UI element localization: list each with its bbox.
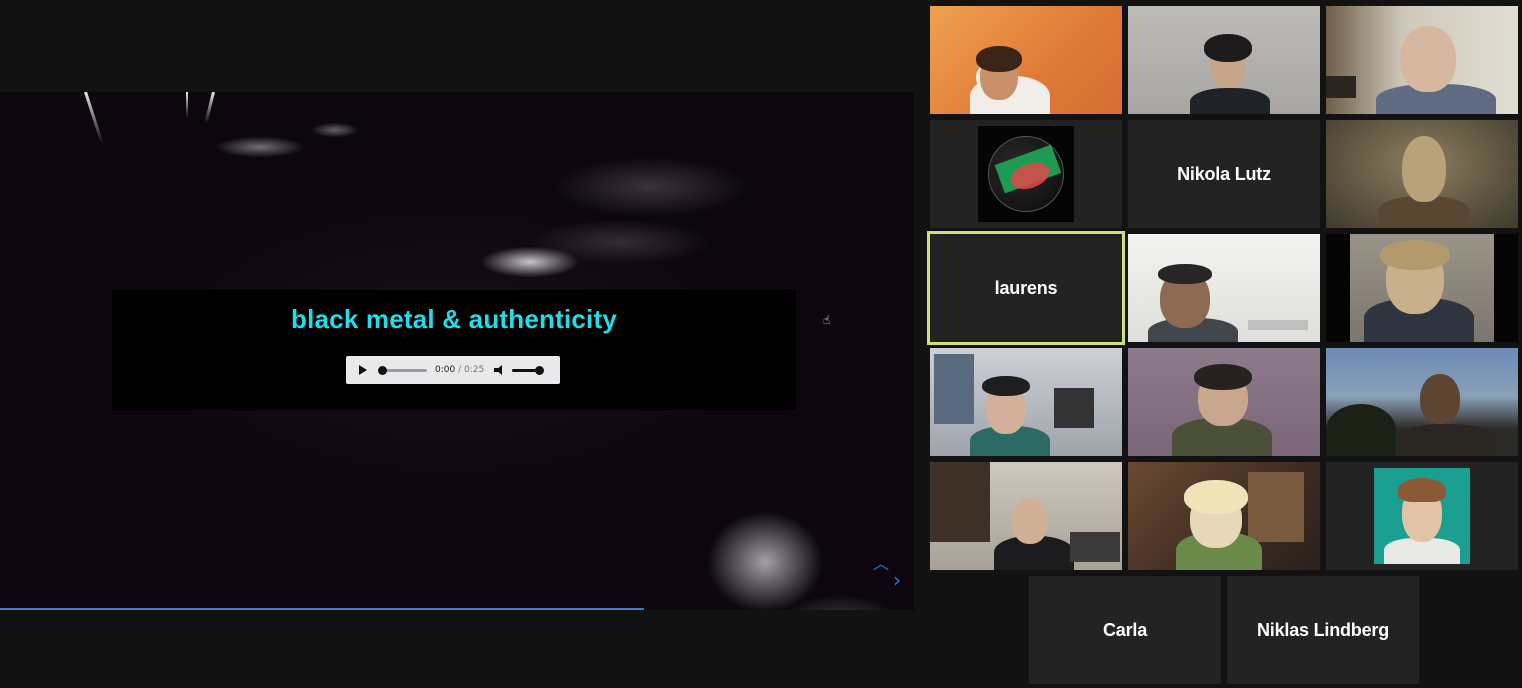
participant-name: Carla — [1102, 619, 1148, 640]
participant-tile[interactable] — [1128, 6, 1320, 114]
participant-name — [930, 348, 1122, 456]
participant-name — [1128, 6, 1320, 114]
audio-time: 0:00 / 0:25 — [435, 365, 484, 375]
hand-cursor-icon: ☝ — [823, 313, 831, 327]
participant-name — [1128, 234, 1320, 342]
seek-knob[interactable] — [378, 365, 387, 375]
title-panel: black metal & authenticity 0:00 / 0:25 — [112, 290, 796, 410]
seek-slider[interactable] — [378, 365, 427, 375]
participant-tile[interactable] — [1128, 348, 1320, 456]
participant-tile[interactable] — [1326, 348, 1518, 456]
shared-screen: black metal & authenticity 0:00 / 0:25 ︿… — [0, 0, 920, 688]
lightning-decoration — [186, 92, 188, 118]
participant-name: Niklas Lindberg — [1256, 619, 1390, 640]
presentation-slide: black metal & authenticity 0:00 / 0:25 ︿… — [0, 92, 914, 610]
chevron-right-icon[interactable]: › — [893, 570, 901, 590]
lightning-decoration — [204, 92, 215, 124]
lightning-decoration — [84, 92, 104, 145]
participant-name: Nikola Lutz — [1177, 163, 1271, 184]
participant-name — [1326, 234, 1518, 342]
participant-name — [930, 6, 1122, 114]
participant-name — [1326, 348, 1518, 456]
participant-tile[interactable] — [1128, 462, 1320, 570]
participant-name — [1326, 6, 1518, 114]
presentation-progress — [0, 608, 644, 610]
participant-name — [930, 120, 1122, 228]
participant-tile[interactable] — [930, 120, 1122, 228]
participant-tile[interactable] — [930, 348, 1122, 456]
participant-tile[interactable] — [1326, 234, 1518, 342]
chevron-up-icon[interactable]: ︿ — [873, 556, 889, 572]
duration: 0:25 — [463, 365, 485, 375]
participant-tile[interactable] — [1128, 234, 1320, 342]
participant-name — [1326, 120, 1518, 228]
participant-name — [1128, 462, 1320, 570]
participant-tile[interactable] — [1326, 6, 1518, 114]
participant-name — [1128, 348, 1320, 456]
participant-tile[interactable] — [1326, 120, 1518, 228]
time-separator: / — [455, 365, 464, 375]
volume-slider[interactable] — [512, 365, 545, 375]
volume-knob[interactable] — [535, 365, 545, 375]
participant-tile[interactable] — [1326, 462, 1518, 570]
participant-name: laurens — [994, 277, 1058, 298]
current-time: 0:00 — [435, 365, 456, 375]
slide-title: black metal & authenticity — [291, 304, 617, 334]
volume-icon[interactable] — [494, 364, 506, 376]
active-speaker-tile[interactable]: laurens — [927, 231, 1125, 345]
participant-tile[interactable]: Carla — [1029, 576, 1221, 684]
participant-tile[interactable] — [930, 462, 1122, 570]
participant-tile[interactable]: Nikola Lutz — [1128, 120, 1320, 228]
play-icon[interactable] — [359, 365, 367, 375]
participant-name — [930, 462, 1122, 570]
participant-name — [1326, 462, 1518, 570]
participant-tile[interactable] — [930, 6, 1122, 114]
audio-player[interactable]: 0:00 / 0:25 — [346, 356, 560, 384]
participant-tile[interactable]: Niklas Lindberg — [1227, 576, 1419, 684]
